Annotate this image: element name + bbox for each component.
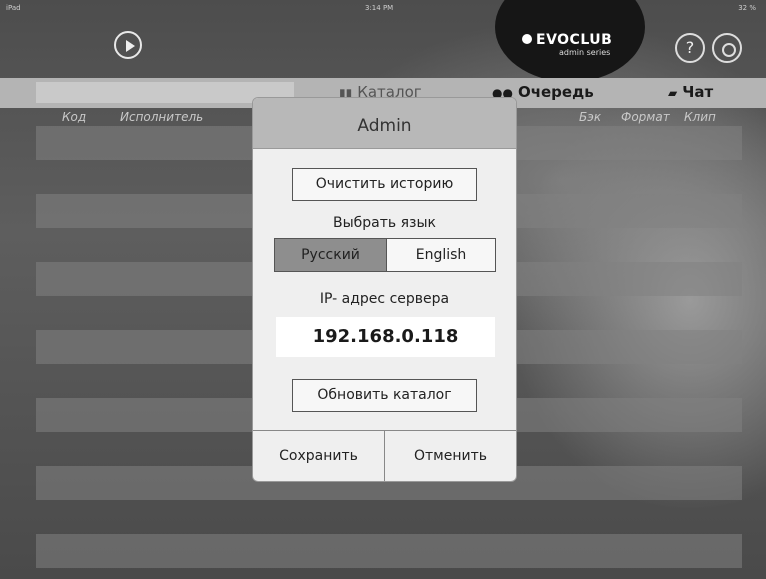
settings-icon <box>722 43 736 57</box>
play-button[interactable] <box>114 31 142 59</box>
admin-dialog: Admin Очистить историю Выбрать язык Русс… <box>253 98 516 481</box>
tab-chat[interactable]: ▰ Чат <box>668 83 713 101</box>
language-label: Выбрать язык <box>333 215 436 231</box>
column-clip: Клип <box>684 110 716 124</box>
chat-bubble-icon: ▰ <box>668 86 678 100</box>
server-ip-label: IP- адрес сервера <box>319 291 450 307</box>
language-selector: Русский English <box>274 238 496 272</box>
help-button[interactable]: ? <box>675 33 705 63</box>
tab-chat-label: Чат <box>682 83 714 101</box>
refresh-catalog-button[interactable]: Обновить каталог <box>292 379 477 412</box>
battery-indicator: 32 % <box>738 4 756 12</box>
column-format: Формат <box>621 110 670 124</box>
clear-history-button[interactable]: Очистить историю <box>292 168 477 201</box>
language-english-option[interactable]: English <box>387 239 495 271</box>
column-artist: Исполнитель <box>120 110 204 124</box>
evoclub-logo: EVOCLUB admin series <box>522 32 632 62</box>
column-back: Бэк <box>579 110 602 124</box>
clock: 3:14 PM <box>365 4 394 12</box>
column-code: Код <box>62 110 87 124</box>
dialog-header: Admin <box>253 98 516 149</box>
tab-queue-label: Очередь <box>517 83 594 101</box>
logo-brand-text: EVOCLUB <box>536 32 613 48</box>
logo-mark-icon <box>522 34 532 44</box>
dialog-title: Admin <box>357 116 412 136</box>
save-button[interactable]: Сохранить <box>253 431 385 481</box>
carrier-label: iPad <box>6 4 21 12</box>
logo-subtitle: admin series <box>559 48 611 57</box>
list-row[interactable] <box>36 534 742 568</box>
settings-button[interactable] <box>712 33 742 63</box>
language-russian-option[interactable]: Русский <box>275 239 387 271</box>
server-ip-input[interactable]: 192.168.0.118 <box>276 317 495 357</box>
status-bar: iPad 3:14 PM 32 % <box>0 0 766 16</box>
cancel-button[interactable]: Отменить <box>385 431 516 481</box>
dialog-footer: Сохранить Отменить <box>253 430 516 481</box>
